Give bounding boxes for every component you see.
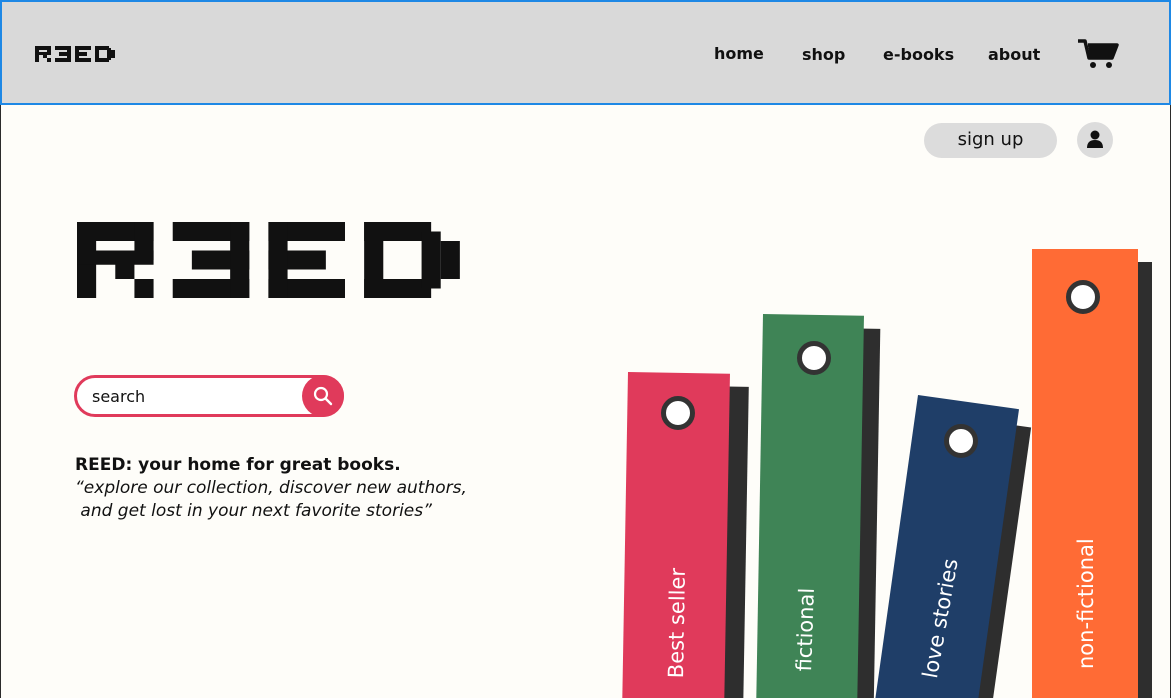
cart-icon bbox=[1078, 39, 1119, 68]
tagline-quote: “explore our collection, discover new au… bbox=[75, 478, 467, 521]
reed-logo-hero bbox=[77, 222, 479, 303]
nav-ebooks[interactable]: e-books bbox=[883, 45, 954, 64]
book-hole bbox=[797, 341, 831, 375]
reed-logo-wordmark bbox=[35, 46, 115, 62]
book-love-stories[interactable]: love stories bbox=[874, 395, 1034, 698]
book-hole bbox=[944, 424, 978, 458]
tagline: REED: your home for great books. “explor… bbox=[75, 454, 535, 523]
book-fictional[interactable]: fictional bbox=[755, 314, 881, 698]
search-icon bbox=[313, 386, 333, 406]
reed-logo-large-wordmark bbox=[77, 222, 460, 298]
search-button[interactable] bbox=[302, 375, 344, 417]
book-best-seller[interactable]: Best seller bbox=[622, 372, 750, 698]
book-label: Best seller bbox=[664, 567, 690, 679]
user-icon bbox=[1087, 130, 1103, 148]
tagline-lead: : your home for great books. bbox=[125, 455, 401, 475]
book-hole bbox=[661, 396, 695, 430]
user-account-button[interactable] bbox=[1077, 122, 1113, 158]
book-label: non-fictional bbox=[1074, 538, 1098, 669]
sign-up-button[interactable]: sign up bbox=[924, 123, 1057, 158]
nav-shop[interactable]: shop bbox=[802, 45, 845, 64]
nav-about[interactable]: about bbox=[988, 45, 1040, 64]
search-bar bbox=[74, 375, 344, 417]
nav-home[interactable]: home bbox=[714, 44, 764, 63]
search-input[interactable] bbox=[92, 385, 292, 407]
top-nav-bar: home shop e-books about bbox=[0, 0, 1171, 105]
tagline-brand: REED bbox=[75, 455, 126, 475]
reed-logo-small[interactable] bbox=[35, 46, 119, 67]
book-hole bbox=[1066, 280, 1100, 314]
book-non-fictional[interactable]: non-fictional bbox=[1030, 249, 1155, 698]
cart-button[interactable] bbox=[1078, 38, 1120, 75]
book-label: fictional bbox=[792, 587, 819, 672]
